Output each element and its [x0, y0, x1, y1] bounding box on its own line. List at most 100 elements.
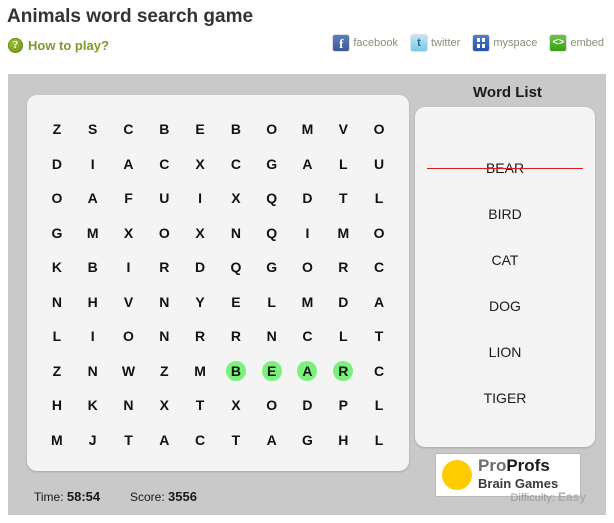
grid-cell[interactable]: C: [182, 423, 218, 458]
grid-cell[interactable]: I: [290, 216, 326, 251]
grid-cell[interactable]: A: [290, 354, 326, 389]
grid-cell[interactable]: A: [75, 181, 111, 216]
grid-cell[interactable]: T: [218, 423, 254, 458]
grid-cell[interactable]: G: [254, 147, 290, 182]
grid-cell[interactable]: Z: [39, 354, 75, 389]
grid-cell[interactable]: L: [361, 423, 397, 458]
grid-cell[interactable]: A: [111, 147, 147, 182]
grid-cell[interactable]: C: [218, 147, 254, 182]
share-facebook-button[interactable]: f facebook: [333, 35, 398, 51]
share-myspace-button[interactable]: myspace: [473, 35, 537, 51]
grid-cell[interactable]: A: [361, 285, 397, 320]
grid-cell[interactable]: U: [361, 147, 397, 182]
grid-cell[interactable]: M: [290, 112, 326, 147]
grid-cell[interactable]: E: [254, 354, 290, 389]
grid-cell[interactable]: Y: [182, 285, 218, 320]
grid-cell[interactable]: O: [146, 216, 182, 251]
grid-cell[interactable]: V: [111, 285, 147, 320]
grid-cell[interactable]: L: [254, 285, 290, 320]
grid-cell[interactable]: Q: [218, 250, 254, 285]
grid-cell[interactable]: M: [75, 216, 111, 251]
grid-cell[interactable]: D: [290, 388, 326, 423]
grid-cell[interactable]: T: [325, 181, 361, 216]
grid-cell[interactable]: X: [111, 216, 147, 251]
grid-cell[interactable]: W: [111, 354, 147, 389]
grid-cell[interactable]: B: [75, 250, 111, 285]
word-list-item-found[interactable]: BEAR: [415, 145, 595, 191]
embed-button[interactable]: <> embed: [550, 35, 604, 51]
grid-cell[interactable]: Q: [254, 216, 290, 251]
grid-cell[interactable]: S: [75, 112, 111, 147]
grid-cell[interactable]: O: [39, 181, 75, 216]
grid-cell[interactable]: C: [290, 319, 326, 354]
grid-cell[interactable]: K: [75, 388, 111, 423]
grid-cell[interactable]: L: [361, 388, 397, 423]
grid-cell[interactable]: Z: [146, 354, 182, 389]
grid-cell[interactable]: N: [39, 285, 75, 320]
grid-cell[interactable]: D: [290, 181, 326, 216]
grid-cell[interactable]: X: [218, 181, 254, 216]
grid-cell[interactable]: Q: [254, 181, 290, 216]
grid-cell[interactable]: N: [75, 354, 111, 389]
grid-cell[interactable]: F: [111, 181, 147, 216]
grid-cell[interactable]: M: [290, 285, 326, 320]
grid-cell[interactable]: L: [361, 181, 397, 216]
grid-cell[interactable]: T: [111, 423, 147, 458]
grid-cell[interactable]: I: [182, 181, 218, 216]
letter-grid[interactable]: ZSCBEBOMVODIACXCGALUOAFUIXQDTLGMXOXNQIMO…: [39, 112, 397, 457]
grid-cell[interactable]: D: [325, 285, 361, 320]
word-list-item[interactable]: TIGER: [415, 375, 595, 421]
grid-cell[interactable]: N: [218, 216, 254, 251]
grid-cell[interactable]: E: [218, 285, 254, 320]
grid-cell[interactable]: J: [75, 423, 111, 458]
grid-cell[interactable]: V: [325, 112, 361, 147]
grid-cell[interactable]: I: [75, 147, 111, 182]
word-list-item[interactable]: CAT: [415, 237, 595, 283]
grid-cell[interactable]: C: [111, 112, 147, 147]
how-to-play-link[interactable]: ? How to play?: [8, 38, 109, 53]
grid-cell[interactable]: D: [39, 147, 75, 182]
grid-cell[interactable]: U: [146, 181, 182, 216]
grid-cell[interactable]: O: [361, 216, 397, 251]
grid-cell[interactable]: X: [218, 388, 254, 423]
grid-cell[interactable]: T: [361, 319, 397, 354]
grid-cell[interactable]: B: [146, 112, 182, 147]
grid-cell[interactable]: B: [218, 112, 254, 147]
grid-cell[interactable]: R: [325, 354, 361, 389]
word-list-item[interactable]: BIRD: [415, 191, 595, 237]
grid-cell[interactable]: R: [146, 250, 182, 285]
grid-cell[interactable]: O: [111, 319, 147, 354]
share-twitter-button[interactable]: t twitter: [410, 35, 460, 51]
grid-cell[interactable]: L: [325, 319, 361, 354]
grid-cell[interactable]: A: [254, 423, 290, 458]
grid-cell[interactable]: P: [325, 388, 361, 423]
grid-cell[interactable]: R: [218, 319, 254, 354]
grid-cell[interactable]: H: [75, 285, 111, 320]
grid-cell[interactable]: A: [146, 423, 182, 458]
grid-cell[interactable]: C: [146, 147, 182, 182]
grid-cell[interactable]: M: [182, 354, 218, 389]
grid-cell[interactable]: I: [75, 319, 111, 354]
grid-cell[interactable]: H: [39, 388, 75, 423]
grid-cell[interactable]: N: [254, 319, 290, 354]
grid-cell[interactable]: D: [182, 250, 218, 285]
grid-cell[interactable]: C: [361, 354, 397, 389]
grid-cell[interactable]: X: [182, 216, 218, 251]
grid-cell[interactable]: K: [39, 250, 75, 285]
grid-cell[interactable]: G: [39, 216, 75, 251]
grid-cell[interactable]: R: [182, 319, 218, 354]
grid-cell[interactable]: L: [325, 147, 361, 182]
grid-cell[interactable]: X: [146, 388, 182, 423]
difficulty-display[interactable]: Difficulty: Easy: [510, 490, 586, 504]
grid-cell[interactable]: N: [146, 319, 182, 354]
grid-cell[interactable]: O: [254, 388, 290, 423]
grid-cell[interactable]: G: [290, 423, 326, 458]
grid-cell[interactable]: I: [111, 250, 147, 285]
grid-cell[interactable]: L: [39, 319, 75, 354]
grid-cell[interactable]: N: [146, 285, 182, 320]
word-list-item[interactable]: LION: [415, 329, 595, 375]
grid-cell[interactable]: C: [361, 250, 397, 285]
grid-cell[interactable]: E: [182, 112, 218, 147]
grid-cell[interactable]: Z: [39, 112, 75, 147]
grid-cell[interactable]: O: [361, 112, 397, 147]
